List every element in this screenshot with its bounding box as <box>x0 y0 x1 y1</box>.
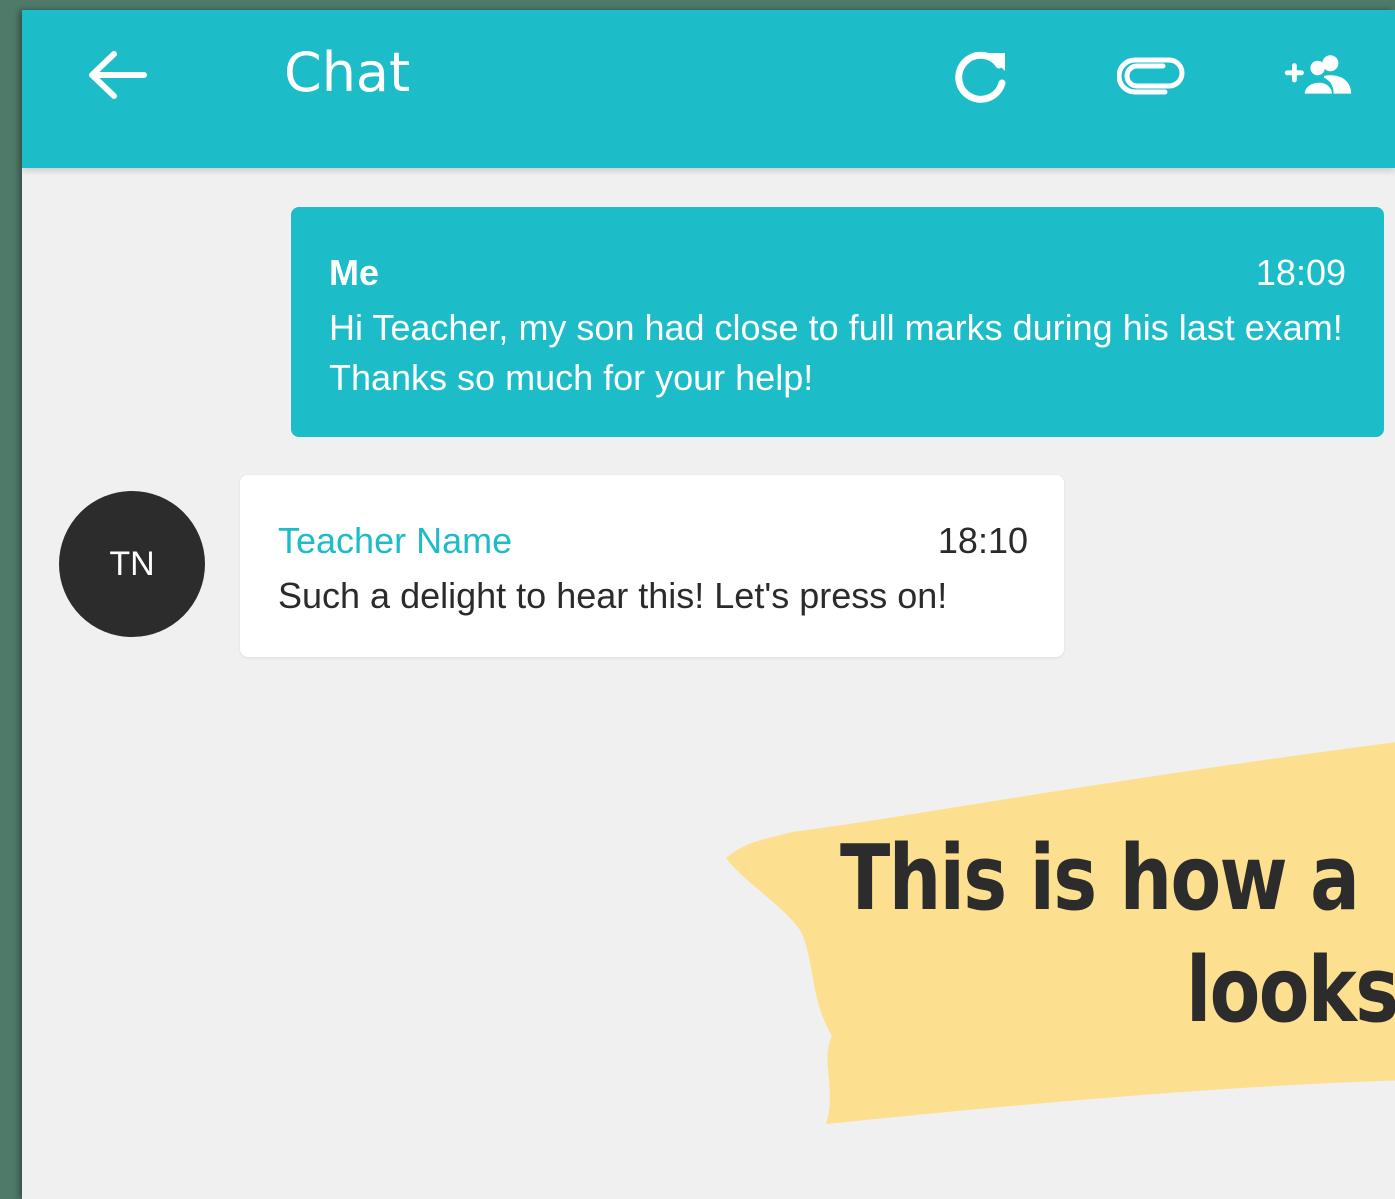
message-bubble-mine[interactable]: Me 18:09 Hi Teacher, my son had close to… <box>291 207 1384 437</box>
attach-button[interactable] <box>1116 40 1188 112</box>
message-bubble-theirs[interactable]: Teacher Name 18:10 Such a delight to hea… <box>240 475 1064 657</box>
page-title: Chat <box>284 41 411 104</box>
refresh-icon <box>955 51 1006 103</box>
app-bar: Chat <box>22 10 1395 168</box>
avatar[interactable]: TN <box>59 491 205 637</box>
add-people-icon <box>1284 55 1352 94</box>
message-sender: Me <box>329 252 380 293</box>
message-time: 18:09 <box>1255 252 1346 293</box>
banner-text-line2: looks <box>1186 938 1395 1043</box>
message-sender: Teacher Name <box>278 520 513 561</box>
add-participant-button[interactable] <box>1284 40 1356 112</box>
arrow-left-icon <box>89 51 147 99</box>
banner-text-line1: This is how a <box>840 826 1360 931</box>
app-frame: Chat Me 18:09 Hi Teacher, my son had clo… <box>22 10 1395 1199</box>
message-header: Me 18:09 <box>329 251 1346 295</box>
message-text: Hi Teacher, my son had close to full mar… <box>329 307 1343 398</box>
callout-banner: This is how a looks <box>722 740 1395 1140</box>
message-time: 18:10 <box>937 520 1028 561</box>
message-header: Teacher Name 18:10 <box>278 519 1028 563</box>
paperclip-icon <box>1117 57 1185 95</box>
back-button[interactable] <box>84 42 150 108</box>
refresh-button[interactable] <box>944 40 1016 112</box>
message-text: Such a delight to hear this! Let's press… <box>278 575 948 616</box>
